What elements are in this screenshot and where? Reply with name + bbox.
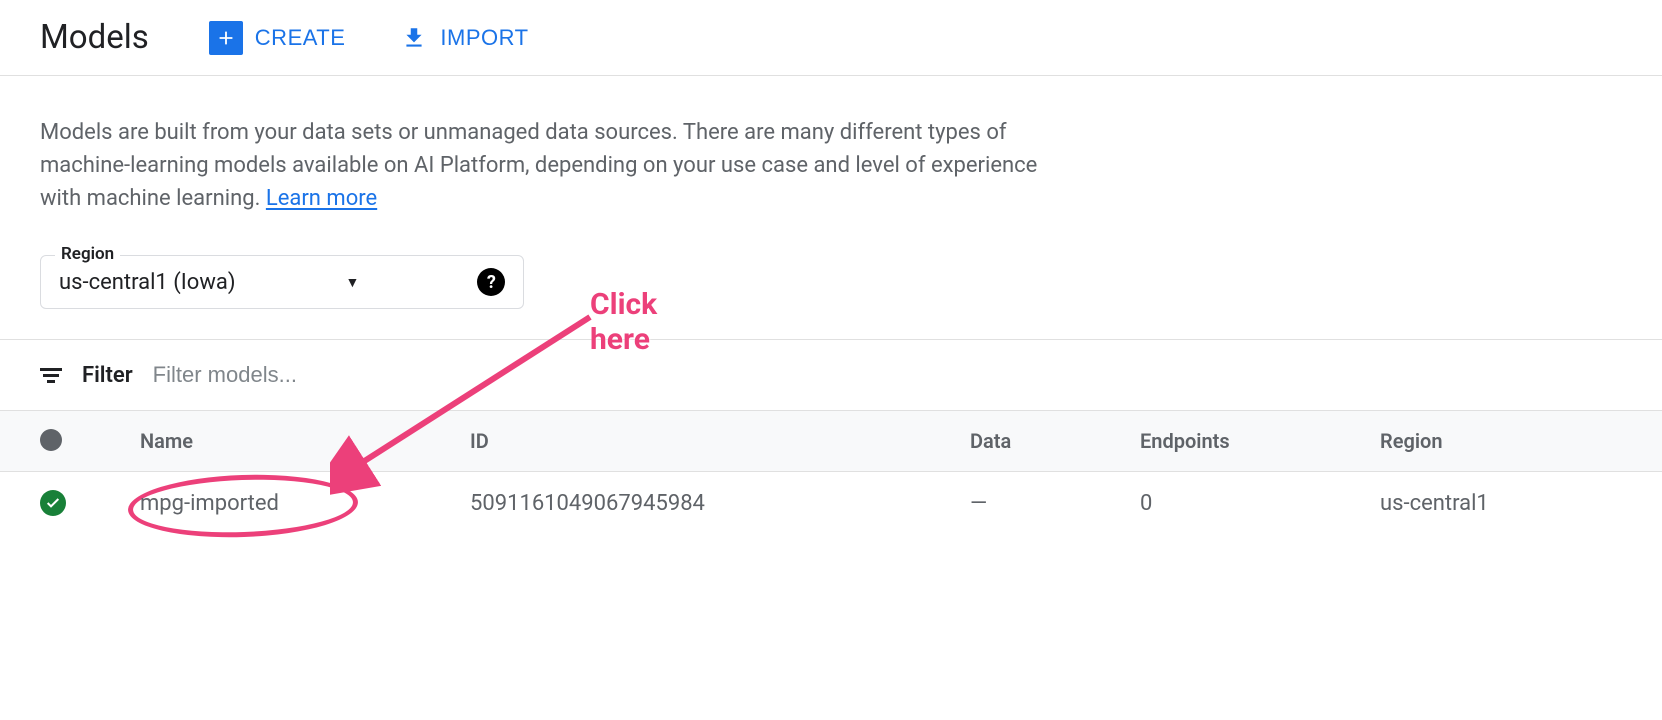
region-controls: Region us-central1 (Iowa) ▼ ? (40, 255, 524, 309)
id-column-header: ID (470, 429, 970, 453)
status-cell (40, 490, 140, 516)
filter-label: Filter (82, 363, 133, 388)
region-column-header: Region (1380, 429, 1622, 453)
import-icon (400, 24, 428, 52)
page-title: Models (40, 18, 149, 57)
region-label: Region (55, 244, 120, 264)
name-cell[interactable]: mpg-imported (140, 491, 470, 516)
status-dot-icon (40, 429, 62, 451)
table-row[interactable]: mpg-imported 5091161049067945984 — 0 us-… (0, 472, 1662, 534)
model-name: mpg-imported (140, 491, 279, 516)
create-button-label: CREATE (255, 25, 346, 51)
region-wrapper: Region us-central1 (Iowa) ▼ ? (40, 255, 524, 309)
plus-icon (209, 21, 243, 55)
filter-input[interactable] (153, 362, 1622, 388)
filter-section: Filter (0, 339, 1662, 410)
chevron-down-icon: ▼ (345, 274, 359, 291)
name-column-header: Name (140, 429, 470, 453)
filter-icon (40, 368, 62, 383)
learn-more-link[interactable]: Learn more (266, 186, 377, 211)
endpoints-cell: 0 (1140, 491, 1380, 516)
endpoints-column-header: Endpoints (1140, 429, 1380, 453)
help-icon[interactable]: ? (477, 268, 505, 296)
create-button[interactable]: CREATE (209, 21, 346, 55)
id-cell: 5091161049067945984 (470, 491, 970, 516)
header-actions: CREATE IMPORT (209, 21, 529, 55)
table-header: Name ID Data Endpoints Region (0, 410, 1662, 472)
data-cell: — (970, 491, 1140, 516)
content-section: Models are built from your data sets or … (0, 76, 1662, 339)
region-cell: us-central1 (1380, 491, 1622, 516)
region-dropdown[interactable]: Region us-central1 (Iowa) ▼ ? (40, 255, 524, 309)
data-column-header: Data (970, 429, 1140, 453)
header: Models CREATE IMPORT (0, 0, 1662, 76)
check-icon (40, 490, 66, 516)
description-text: Models are built from your data sets or … (40, 120, 1037, 211)
status-column-header (40, 429, 140, 453)
import-button[interactable]: IMPORT (400, 24, 528, 52)
description: Models are built from your data sets or … (40, 116, 1060, 215)
region-value: us-central1 (Iowa) (59, 270, 235, 295)
import-button-label: IMPORT (440, 25, 528, 51)
